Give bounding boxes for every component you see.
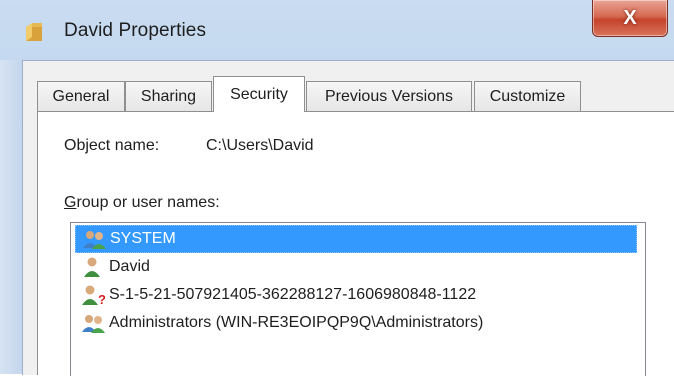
list-item[interactable]: David: [75, 253, 637, 281]
tab-label: General: [52, 87, 110, 105]
tab-label: Sharing: [140, 87, 197, 105]
tab-sharing[interactable]: Sharing: [125, 81, 212, 111]
svg-text:?: ?: [98, 292, 106, 306]
object-name-label: Object name:: [64, 137, 160, 154]
tab-previous-versions[interactable]: Previous Versions: [306, 81, 472, 111]
tab-label: Security: [230, 85, 288, 103]
user-group-icon: [83, 231, 106, 249]
tab-general[interactable]: General: [37, 81, 125, 111]
window-frame: David Properties X General Sharing Secur…: [0, 0, 674, 376]
entry-name: David: [109, 258, 150, 275]
tab-security[interactable]: Security: [213, 76, 305, 112]
entry-name: S-1-5-21-507921405-362288127-1606980848-…: [109, 286, 477, 303]
tab-customize[interactable]: Customize: [474, 81, 581, 111]
group-user-listbox[interactable]: SYSTEM David ? S-1-5-21-507921405-362288…: [70, 222, 646, 376]
security-tab-panel: Object name: C:\Users\David Group or use…: [37, 111, 674, 376]
group-label-text: roup or user names:: [76, 194, 220, 211]
frame-border-left: [0, 60, 22, 374]
user-group-icon: [82, 315, 105, 333]
object-name-value: C:\Users\David: [206, 137, 314, 154]
dialog-body: General Sharing Security Previous Versio…: [22, 60, 674, 376]
entry-name: SYSTEM: [110, 230, 176, 247]
tab-label: Customize: [489, 87, 566, 105]
window-title: David Properties: [64, 20, 207, 41]
list-item[interactable]: Administrators (WIN-RE3EOIPQP9Q\Administ…: [75, 309, 637, 337]
close-button[interactable]: X: [592, 0, 668, 37]
group-or-user-names-label: Group or user names:: [64, 194, 220, 212]
tab-label: Previous Versions: [324, 87, 454, 105]
list-item[interactable]: ? S-1-5-21-507921405-362288127-160698084…: [75, 281, 637, 309]
list-item[interactable]: SYSTEM: [75, 225, 637, 253]
user-icon: [84, 257, 100, 277]
unknown-user-icon: ?: [82, 285, 106, 306]
entry-name: Administrators (WIN-RE3EOIPQP9Q\Administ…: [109, 314, 484, 331]
folder-icon: [26, 23, 42, 41]
close-icon: X: [623, 6, 637, 29]
access-key-letter: G: [64, 194, 77, 211]
